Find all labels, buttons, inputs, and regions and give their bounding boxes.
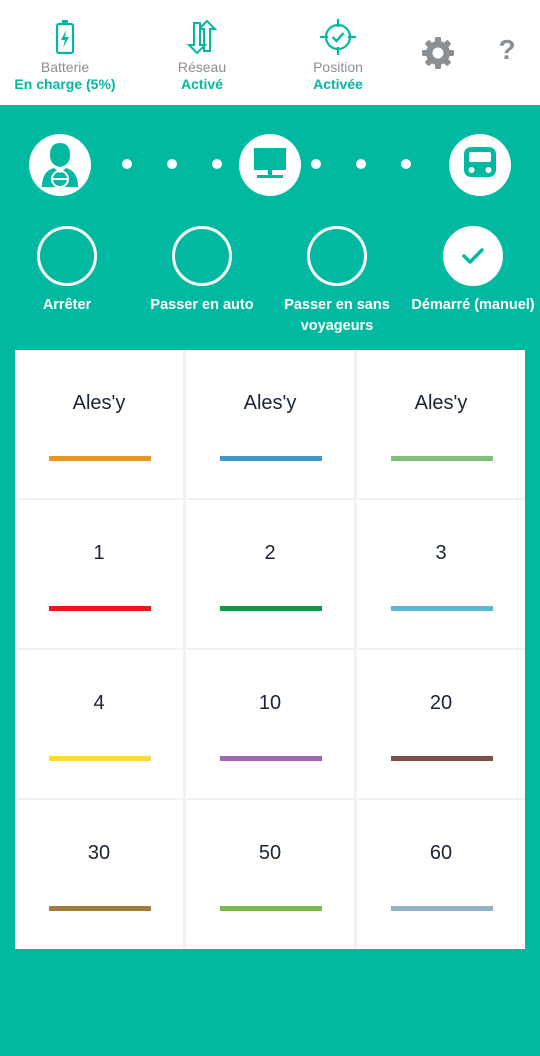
progress-dot [311, 159, 321, 169]
line-name: Ales'y [414, 392, 468, 414]
position-status: Position Activée [273, 18, 403, 92]
mode-stop[interactable]: Arrêter [0, 226, 142, 316]
mode-no-passengers-radio[interactable] [307, 226, 367, 286]
line-tile[interactable]: 4 [15, 650, 183, 798]
bus-icon [461, 144, 499, 187]
line-color-bar [391, 606, 493, 611]
status-header: Batterie En charge (5%) Réseau Activé Po… [0, 0, 540, 105]
line-tile[interactable]: 30 [15, 800, 183, 949]
line-name: Ales'y [243, 392, 297, 414]
mode-no-passengers-label: Passer en sans voyageurs [284, 297, 390, 334]
line-color-bar [391, 456, 493, 461]
battery-label: Batterie [40, 59, 90, 75]
line-name: 3 [435, 542, 447, 564]
line-name: 1 [93, 542, 105, 564]
line-name: Ales'y [72, 392, 126, 414]
network-value: Activé [180, 76, 224, 92]
mode-no-passengers[interactable]: Passer en sans voyageurs [262, 226, 412, 337]
progress-dot [167, 159, 177, 169]
position-label: Position [313, 59, 363, 75]
line-color-bar [49, 756, 151, 761]
battery-value: En charge (5%) [14, 76, 116, 92]
network-status: Réseau Activé [137, 18, 267, 92]
mode-started-manual-label: Démarré (manuel) [411, 297, 535, 313]
mode-auto-radio[interactable] [172, 226, 232, 286]
line-tile[interactable]: 60 [357, 800, 525, 949]
gear-icon[interactable] [420, 35, 456, 71]
gps-crosshair-icon [273, 18, 403, 56]
line-grid: Ales'y Ales'y Ales'y 1 2 3 4 10 20 30 50 60 [15, 350, 525, 949]
mode-started-manual[interactable]: Démarré (manuel) [398, 226, 540, 316]
line-tile[interactable]: 10 [186, 650, 354, 798]
position-value: Activée [313, 76, 363, 92]
progress-dot [122, 159, 132, 169]
line-name: 4 [93, 692, 105, 714]
progress-dot [212, 159, 222, 169]
line-name: 10 [258, 692, 282, 714]
line-color-bar [49, 456, 151, 461]
line-tile[interactable]: 50 [186, 800, 354, 949]
step-terminal [239, 134, 301, 196]
line-color-bar [220, 906, 322, 911]
line-name: 60 [429, 842, 453, 864]
line-color-bar [49, 906, 151, 911]
mode-auto-label: Passer en auto [150, 297, 254, 313]
line-color-bar [220, 456, 322, 461]
driver-icon [38, 139, 82, 192]
line-tile[interactable]: 3 [357, 500, 525, 648]
line-color-bar [220, 756, 322, 761]
line-tile[interactable]: Ales'y [357, 350, 525, 498]
battery-charging-icon [0, 18, 130, 56]
network-label: Réseau [177, 59, 227, 75]
mode-stop-label: Arrêter [42, 297, 92, 313]
step-driver [29, 134, 91, 196]
line-tile[interactable]: 20 [357, 650, 525, 798]
battery-status: Batterie En charge (5%) [0, 18, 130, 92]
step-bus [449, 134, 511, 196]
progress-dot [356, 159, 366, 169]
line-tile[interactable]: Ales'y [15, 350, 183, 498]
line-color-bar [220, 606, 322, 611]
mode-stop-radio[interactable] [37, 226, 97, 286]
line-tile[interactable]: Ales'y [186, 350, 354, 498]
help-button[interactable]: ? [494, 34, 520, 66]
line-color-bar [391, 756, 493, 761]
line-name: 30 [87, 842, 111, 864]
checkmark-icon [462, 248, 484, 264]
line-tile[interactable]: 1 [15, 500, 183, 648]
network-arrows-icon [137, 18, 267, 56]
line-name: 50 [258, 842, 282, 864]
line-tile[interactable]: 2 [186, 500, 354, 648]
terminal-icon [251, 146, 289, 185]
line-name: 20 [429, 692, 453, 714]
line-color-bar [49, 606, 151, 611]
mode-auto[interactable]: Passer en auto [127, 226, 277, 316]
line-name: 2 [264, 542, 276, 564]
progress-dot [401, 159, 411, 169]
mode-started-manual-radio[interactable] [443, 226, 503, 286]
line-color-bar [391, 906, 493, 911]
